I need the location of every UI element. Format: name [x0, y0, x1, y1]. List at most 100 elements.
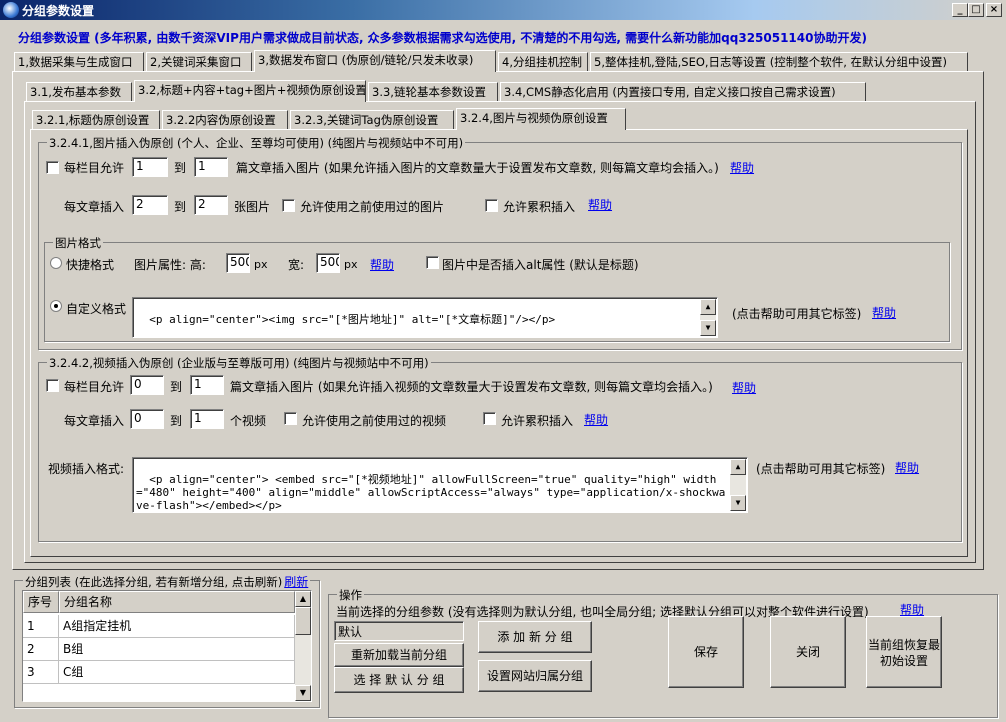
allow-prev-image-checkbox[interactable]: [282, 199, 295, 212]
video-per-article-label: 每文章插入: [64, 414, 125, 428]
tab-tag-pseudo[interactable]: 3.2.3,关键词Tag伪原创设置: [290, 110, 454, 130]
image-attr-label: 图片属性: 高:: [134, 258, 206, 272]
scroll-down-icon[interactable]: ▼: [700, 320, 716, 336]
list-scrollbar[interactable]: ▲ ▼: [295, 591, 311, 701]
tab-image-video-pseudo[interactable]: 3.2.4,图片与视频伪原创设置: [456, 108, 626, 130]
image-per-column-label: 每栏目允许: [64, 161, 125, 175]
tab-link-wheel[interactable]: 3.3,链轮基本参数设置: [368, 82, 498, 102]
group-list-title: 分组列表 (在此选择分组, 若有新增分组, 点击刷新) 刷新: [23, 573, 311, 590]
video-help-link-2[interactable]: 帮助: [584, 411, 608, 428]
refresh-link[interactable]: 刷新: [284, 575, 308, 589]
tab-group-control[interactable]: 4,分组挂机控制: [498, 52, 588, 72]
tab-content-pseudo[interactable]: 3.2.2内容伪原创设置: [162, 110, 288, 130]
select-default-group-button[interactable]: 选 择 默 认 分 组: [334, 667, 464, 693]
custom-format-radio[interactable]: [50, 300, 62, 312]
restore-defaults-button[interactable]: 当前组恢复最初始设置: [866, 616, 942, 688]
image-per-column-checkbox[interactable]: [46, 161, 59, 174]
scrollbar[interactable]: ▲ ▼: [700, 299, 716, 336]
image-height-input[interactable]: 500: [226, 253, 250, 273]
tab-keyword-collection[interactable]: 2,关键词采集窗口: [146, 52, 252, 72]
alt-attr-label: 图片中是否插入alt属性 (默认是标题): [442, 258, 639, 272]
maximize-button[interactable]: □: [968, 3, 984, 17]
scroll-up-icon[interactable]: ▲: [700, 299, 716, 315]
alt-attr-checkbox[interactable]: [426, 256, 439, 269]
video-unit-label: 个视频: [230, 414, 267, 428]
allow-accum-video-label: 允许累积插入: [501, 414, 574, 428]
to-label: 到: [174, 161, 187, 175]
tab-title-pseudo[interactable]: 3.2.1,标题伪原创设置: [32, 110, 160, 130]
reload-group-button[interactable]: 重新加载当前分组: [334, 643, 464, 667]
video-format-textarea[interactable]: <p align="center"> <embed src="[*视频地址]" …: [132, 457, 748, 513]
tab-data-collection[interactable]: 1,数据采集与生成窗口: [14, 52, 144, 72]
header-note: 分组参数设置 (多年积累, 由数千资深VIP用户需求做成目前状态, 众多参数根据…: [18, 31, 867, 45]
scroll-up-icon[interactable]: ▲: [730, 459, 746, 475]
video-format-hint: (点击帮助可用其它标签): [756, 462, 886, 476]
group-list-grid[interactable]: 序号 分组名称 1 A组指定挂机 2 B组 3 C组 ▲ ▼: [22, 590, 312, 702]
tab-publish[interactable]: 3,数据发布窗口 (伪原创/链轮/只发未收录): [254, 50, 496, 72]
video-per-column-checkbox[interactable]: [46, 379, 59, 392]
video-per-column-label: 每栏目允许: [64, 380, 125, 394]
image-help-link-4[interactable]: 帮助: [872, 304, 896, 321]
video-per-article-from-input[interactable]: 0: [130, 409, 164, 429]
col-name-header[interactable]: 分组名称: [59, 591, 295, 613]
tab-pseudo-original[interactable]: 3.2,标题+内容+tag+图片+视频伪原创设置: [134, 80, 366, 102]
custom-format-textarea[interactable]: <p align="center"><img src="[*图片地址]" alt…: [132, 297, 718, 338]
add-group-button[interactable]: 添 加 新 分 组: [478, 621, 592, 653]
image-unit-label: 张图片: [234, 200, 271, 214]
table-row-no[interactable]: 3: [23, 661, 59, 684]
allow-prev-video-checkbox[interactable]: [284, 412, 297, 425]
scroll-down-icon[interactable]: ▼: [730, 495, 746, 511]
image-width-input[interactable]: 500: [316, 253, 340, 273]
close-window-button[interactable]: 关闭: [770, 616, 846, 688]
image-per-column-to-input[interactable]: 1: [194, 157, 228, 177]
tab-publish-basic[interactable]: 3.1,发布基本参数: [26, 82, 132, 102]
col-no-header[interactable]: 序号: [23, 591, 59, 613]
tab-cms-static[interactable]: 3.4,CMS静态化启用 (内置接口专用, 自定义接口按自己需求设置): [500, 82, 866, 102]
video-per-column-to-input[interactable]: 1: [190, 375, 224, 395]
custom-format-value: <p align="center"><img src="[*图片地址]" alt…: [149, 313, 556, 326]
to-label: 到: [170, 380, 183, 394]
video-per-column-desc: 篇文章插入图片 (如果允许插入视频的文章数量大于设置发布文章数, 则每篇文章均会…: [230, 380, 713, 394]
to-label: 到: [170, 414, 183, 428]
allow-prev-image-label: 允许使用之前使用过的图片: [300, 200, 445, 214]
custom-format-label: 自定义格式: [66, 302, 127, 316]
app-icon: [3, 2, 19, 18]
table-row-name[interactable]: C组: [59, 661, 295, 684]
to-label: 到: [174, 200, 187, 214]
allow-accum-video-checkbox[interactable]: [483, 412, 496, 425]
px-label: px: [254, 258, 268, 271]
image-per-article-to-input[interactable]: 2: [194, 195, 228, 215]
width-label: 宽:: [288, 258, 305, 272]
image-help-link-1[interactable]: 帮助: [730, 159, 754, 176]
scroll-up-icon[interactable]: ▲: [295, 591, 311, 607]
table-row-no[interactable]: 2: [23, 638, 59, 661]
current-group-display: 默认: [334, 621, 464, 641]
quick-format-radio[interactable]: [50, 257, 62, 269]
set-site-group-button[interactable]: 设置网站归属分组: [478, 660, 592, 692]
table-row-no[interactable]: 1: [23, 615, 59, 638]
tab-global-settings[interactable]: 5,整体挂机,登陆,SEO,日志等设置 (控制整个软件, 在默认分组中设置): [590, 52, 968, 72]
table-row-name[interactable]: B组: [59, 638, 295, 661]
quick-format-label: 快捷格式: [66, 258, 115, 272]
image-per-column-from-input[interactable]: 1: [132, 157, 168, 177]
scroll-thumb[interactable]: [295, 607, 311, 635]
save-button[interactable]: 保存: [668, 616, 744, 688]
video-help-link-3[interactable]: 帮助: [895, 459, 919, 476]
video-per-column-from-input[interactable]: 0: [130, 375, 164, 395]
minimize-button[interactable]: _: [952, 3, 968, 17]
video-per-article-to-input[interactable]: 1: [190, 409, 224, 429]
scrollbar[interactable]: ▲ ▼: [730, 459, 746, 511]
image-help-link-2[interactable]: 帮助: [588, 196, 612, 213]
image-per-article-from-input[interactable]: 2: [132, 195, 168, 215]
allow-prev-video-label: 允许使用之前使用过的视频: [302, 414, 447, 428]
video-format-label: 视频插入格式:: [48, 462, 125, 476]
scroll-down-icon[interactable]: ▼: [295, 685, 311, 701]
px-label: px: [344, 258, 358, 271]
allow-accum-image-checkbox[interactable]: [485, 199, 498, 212]
video-help-link-1[interactable]: 帮助: [732, 379, 756, 396]
table-row-name[interactable]: A组指定挂机: [59, 615, 295, 638]
close-button[interactable]: ×: [986, 3, 1002, 17]
image-help-link-3[interactable]: 帮助: [370, 256, 394, 273]
image-group-title: 3.2.4.1,图片插入伪原创 (个人、企业、至尊均可使用) (纯图片与视频站中…: [47, 135, 466, 151]
image-per-article-label: 每文章插入: [64, 200, 125, 214]
